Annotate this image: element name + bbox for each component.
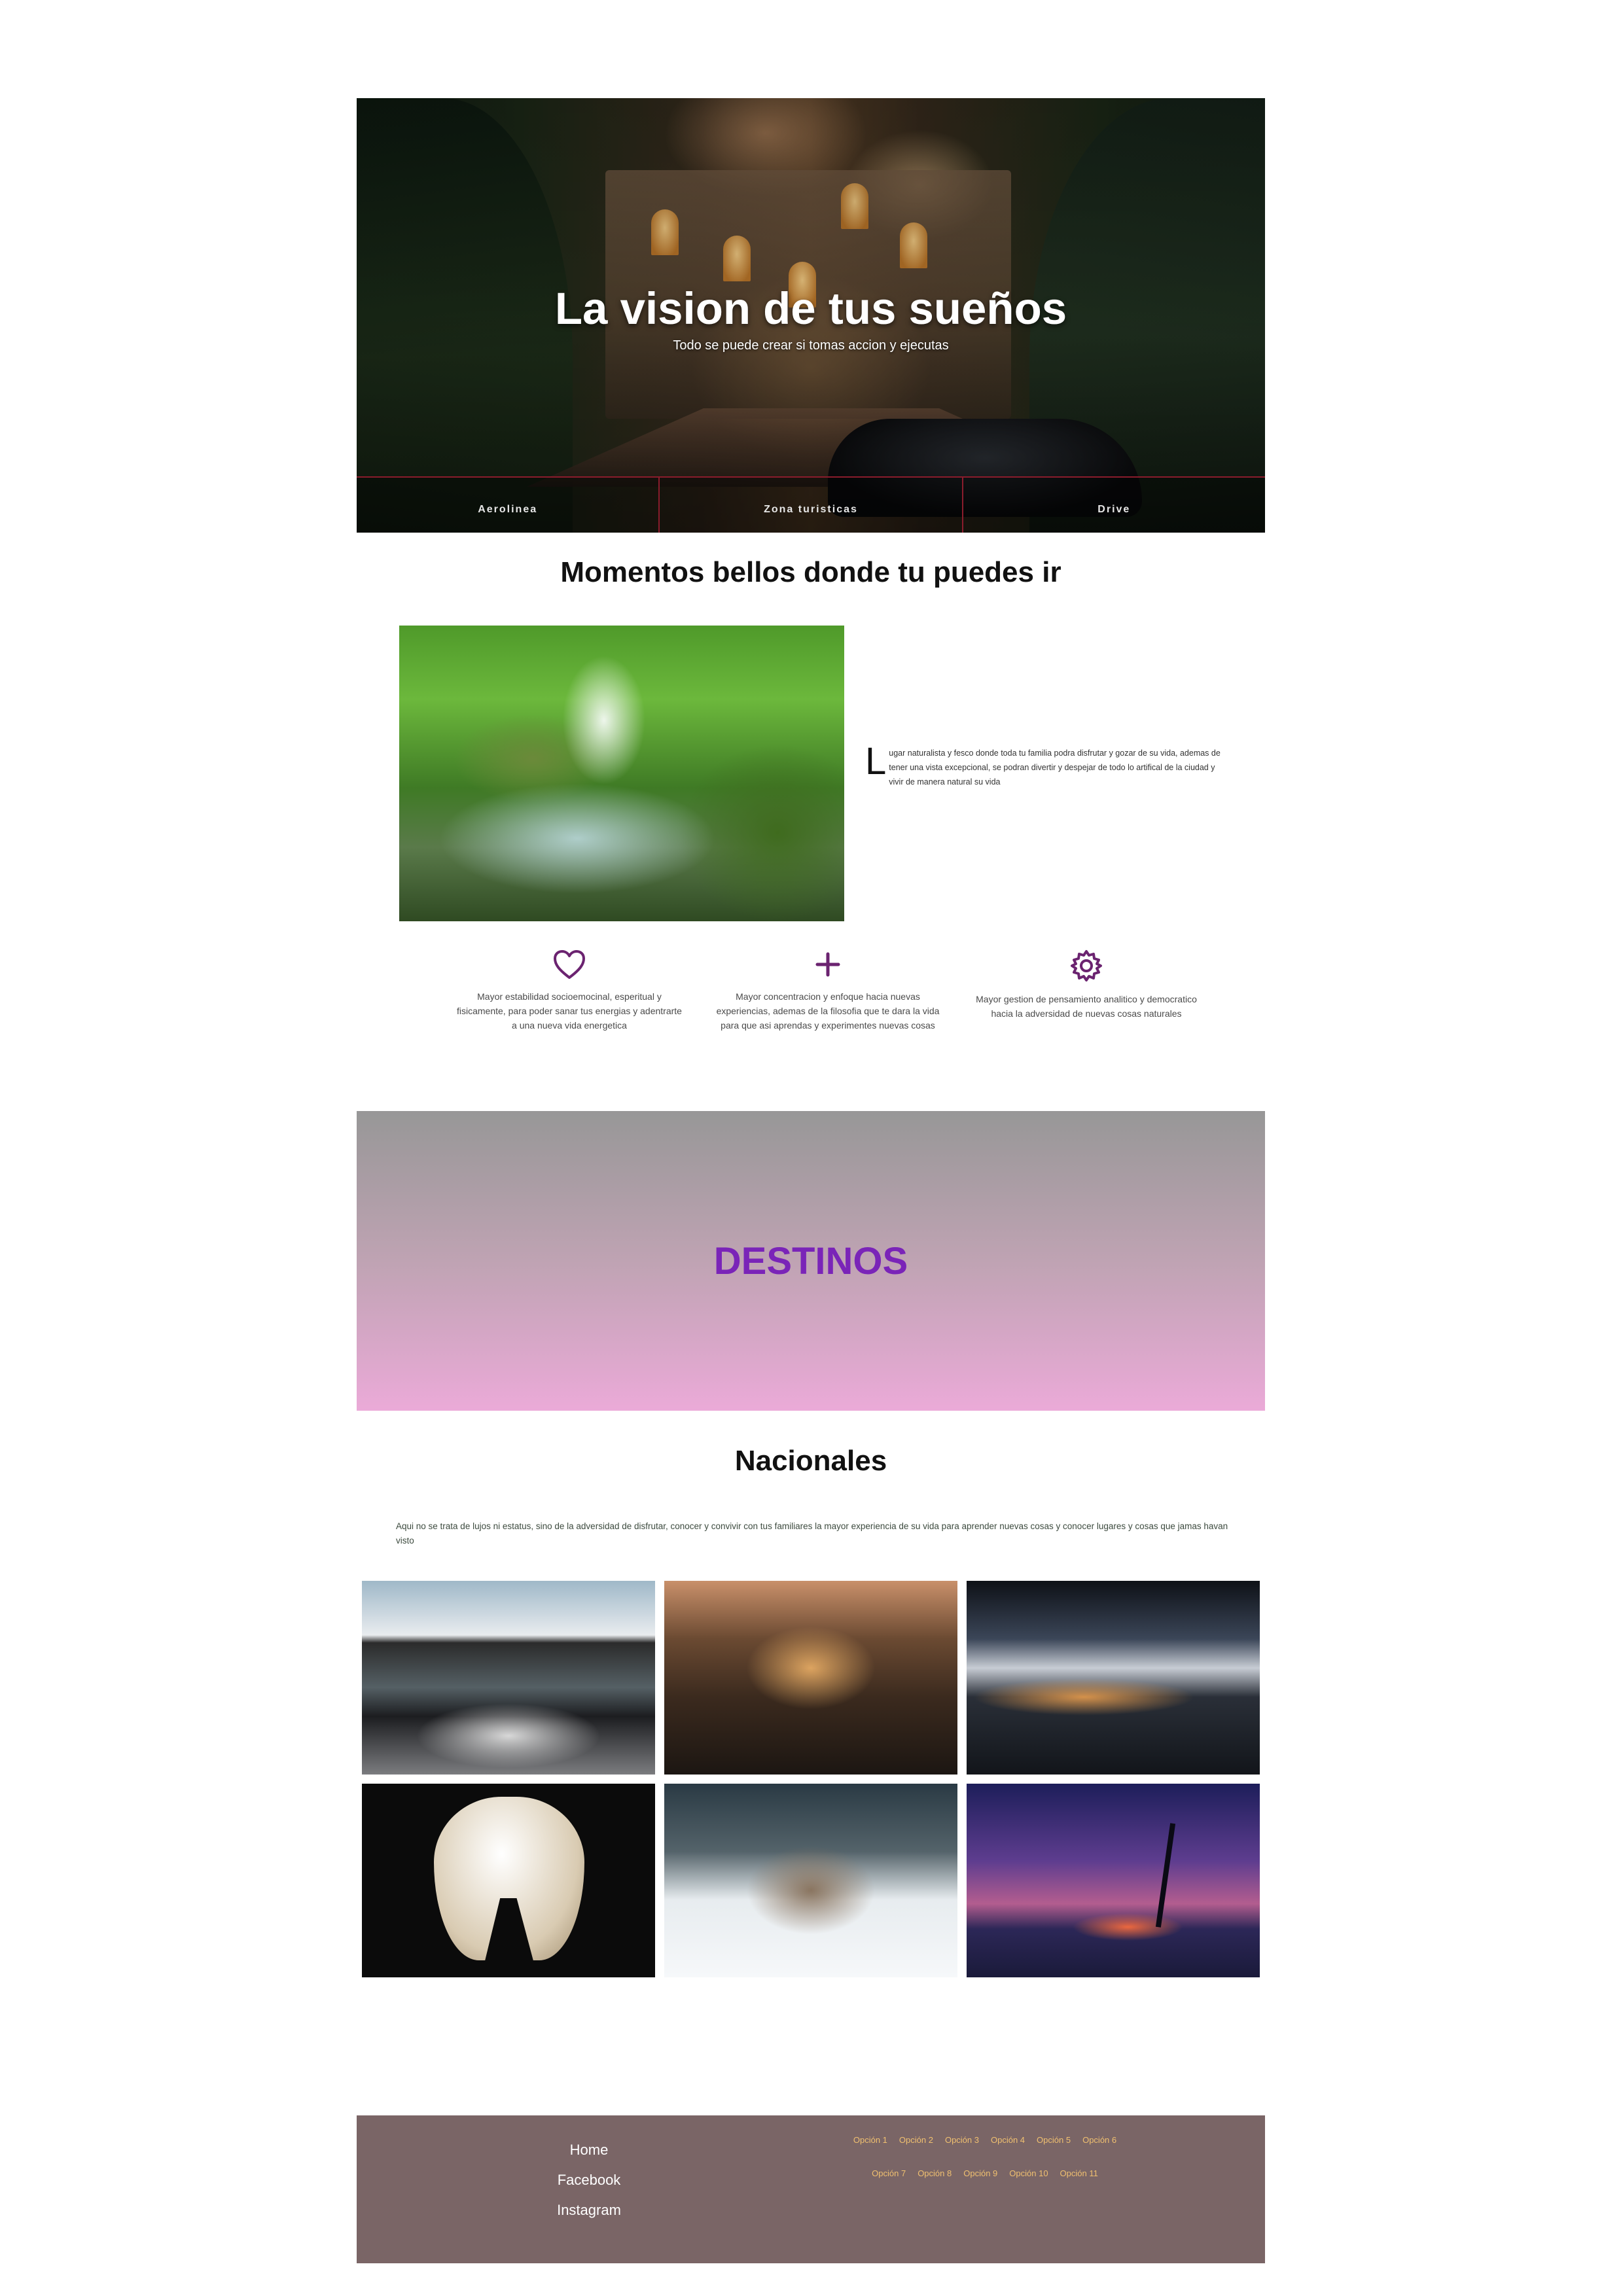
gallery-image-mansion-cars[interactable]	[362, 1581, 655, 1775]
nav-aerolinea[interactable]: Aerolinea	[357, 478, 658, 533]
gear-icon	[1071, 950, 1102, 981]
dropcap: L	[865, 740, 887, 783]
footer-option[interactable]: Opción 10	[1009, 2168, 1048, 2178]
footer-option[interactable]: Opción 8	[918, 2168, 952, 2178]
feature-item: Mayor estabilidad socioemocinal, esperit…	[455, 949, 684, 1033]
footer-option[interactable]: Opción 3	[945, 2135, 979, 2145]
hero-subtitle: Todo se puede crear si tomas accion y ej…	[673, 338, 949, 353]
momentos-title: Momentos bellos donde tu puedes ir	[560, 556, 1061, 588]
feature-text: Mayor estabilidad socioemocinal, esperit…	[457, 991, 682, 1031]
gallery-image-villa-night[interactable]	[664, 1581, 957, 1775]
nav-zona-turisticas[interactable]: Zona turisticas	[658, 478, 961, 533]
footer-option[interactable]: Opción 6	[1082, 2135, 1116, 2145]
footer-options: Opción 1 Opción 2 Opción 3 Opción 4 Opci…	[808, 2135, 1162, 2202]
footer-link-instagram[interactable]: Instagram	[520, 2195, 658, 2225]
heart-icon	[554, 950, 585, 979]
footer-link-home[interactable]: Home	[520, 2135, 658, 2165]
footer-option[interactable]: Opción 1	[853, 2135, 887, 2145]
features: Mayor estabilidad socioemocinal, esperit…	[455, 949, 1201, 1033]
momentos-text: ugar naturalista y fesco donde toda tu f…	[889, 749, 1221, 786]
hero-nav: Aerolinea Zona turisticas Drive	[357, 476, 1265, 533]
destinos-title: DESTINOS	[713, 1239, 908, 1282]
nav-drive[interactable]: Drive	[961, 478, 1265, 533]
nacionales-title: Nacionales	[734, 1445, 887, 1477]
page: La vision de tus sueños Todo se puede cr…	[357, 98, 1265, 2263]
footer-link-facebook[interactable]: Facebook	[520, 2165, 658, 2195]
footer-option[interactable]: Opción 2	[899, 2135, 933, 2145]
gallery	[362, 1581, 1260, 1977]
footer-option[interactable]: Opción 7	[872, 2168, 906, 2178]
footer-option[interactable]: Opción 9	[963, 2168, 997, 2178]
gallery-image-modern-building[interactable]	[967, 1581, 1260, 1775]
destinos-banner: DESTINOS	[357, 1111, 1265, 1411]
gallery-image-sunset-palm[interactable]	[967, 1784, 1260, 1977]
waterfall-image	[399, 626, 844, 921]
feature-item: Mayor gestion de pensamiento analitico y…	[972, 949, 1201, 1033]
footer-option[interactable]: Opción 11	[1060, 2168, 1098, 2178]
footer-links: Home Facebook Instagram	[520, 2135, 658, 2225]
hero-title: La vision de tus sueños	[554, 283, 1067, 334]
feature-text: Mayor gestion de pensamiento analitico y…	[976, 994, 1197, 1019]
feature-text: Mayor concentracion y enfoque hacia nuev…	[716, 991, 940, 1031]
nacionales-text: Aqui no se trata de lujos ni estatus, si…	[396, 1521, 1228, 1545]
footer: Home Facebook Instagram Opción 1 Opción …	[357, 2115, 1265, 2263]
feature-item: Mayor concentracion y enfoque hacia nuev…	[713, 949, 942, 1033]
footer-option[interactable]: Opción 5	[1037, 2135, 1071, 2145]
gallery-image-wolf[interactable]	[664, 1784, 957, 1977]
gallery-image-tooth[interactable]	[362, 1784, 655, 1977]
plus-icon	[815, 952, 840, 977]
momentos-paragraph: Lugar naturalista y fesco donde toda tu …	[865, 740, 1232, 789]
footer-option[interactable]: Opción 4	[991, 2135, 1025, 2145]
hero-banner: La vision de tus sueños Todo se puede cr…	[357, 98, 1265, 533]
